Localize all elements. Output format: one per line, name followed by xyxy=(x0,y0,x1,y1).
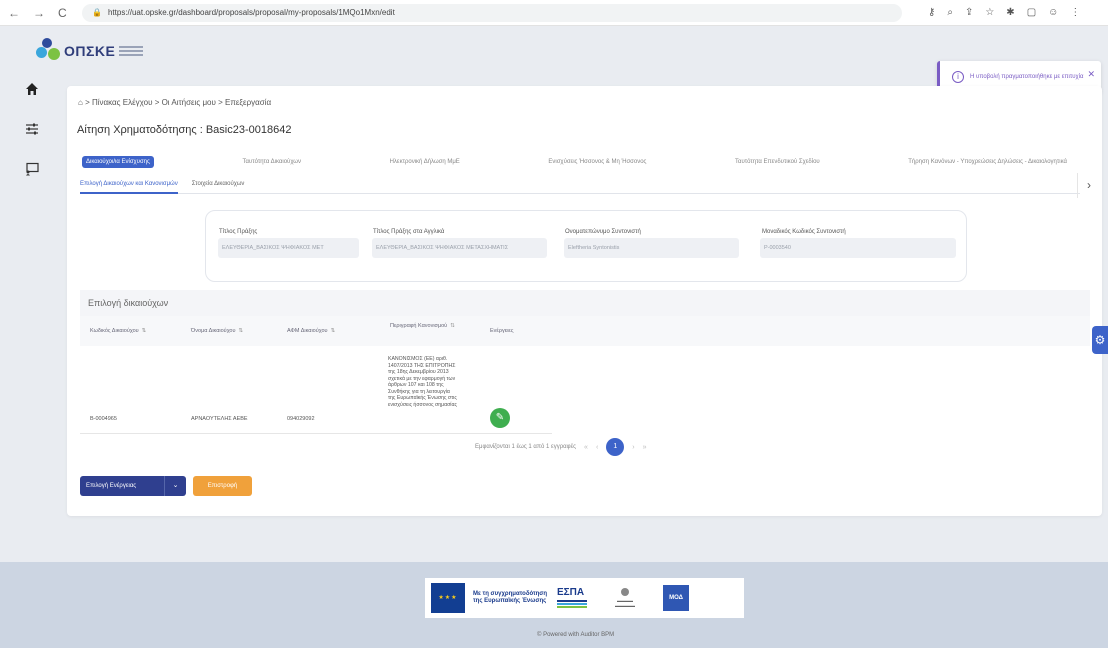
espa-logo: ΕΣΠΑ xyxy=(557,587,587,609)
th-name[interactable]: Όνομα Δικαιούχου ⇅ xyxy=(191,328,243,334)
pagination: Εμφανίζονται 1 έως 1 από 1 εγγραφές « ‹ … xyxy=(475,438,647,456)
info-icon: i xyxy=(952,71,964,83)
breadcrumb-text[interactable]: > Πίνακας Ελέγχου > Οι Αιτήσεις μου > Επ… xyxy=(85,98,271,107)
coordinator-code-field: P-0003540 xyxy=(760,238,956,258)
url-text: https://uat.opske.gr/dashboard/proposals… xyxy=(107,8,395,17)
home-small-icon[interactable]: ⌂ xyxy=(78,98,83,107)
toast-message: Η υποβολή πραγματοποιήθηκε με επιτυχία xyxy=(970,74,1084,80)
presentation-icon[interactable] xyxy=(22,162,42,179)
th-regulation[interactable]: Περιγραφή Κανονισμού ⇅ xyxy=(390,322,462,330)
tab-sme-declaration[interactable]: Ηλεκτρονική Δήλωση ΜμΕ xyxy=(390,159,460,165)
browser-tools: ⚷ ⌕ ⇪ ☆ ✱ ▢ ☺ ⋮ xyxy=(928,7,1080,18)
last-page-icon[interactable]: » xyxy=(643,444,647,451)
title-en-field: ΕΛΕΥΘΕΡΙΑ_ΒΑΣΙΚΟΣ ΨΗΦΙΑΚΟΣ ΜΕΤΑΣΧΗΜΑΤΙΣ xyxy=(372,238,547,258)
moa-logo: ΜΟΔ xyxy=(663,585,689,611)
tab-beneficiaries[interactable]: Δικαιούχοι/ια Ενίσχυσης xyxy=(82,156,154,168)
sort-icon: ⇅ xyxy=(330,328,336,334)
extensions-icon[interactable]: ✱ xyxy=(1006,7,1014,18)
th-code[interactable]: Κωδικός Δικαιούχου ⇅ xyxy=(90,328,146,334)
chevron-down-icon[interactable]: ⌄ xyxy=(164,476,186,496)
chevron-right-icon[interactable]: › xyxy=(1077,173,1100,198)
field-label-title-en: Τίτλος Πράξης στα Αγγλικά xyxy=(373,229,445,235)
th-afm[interactable]: ΑΦΜ Δικαιούχου ⇅ xyxy=(287,328,335,334)
tab-rules-obligations[interactable]: Τήρηση Κανόνων - Υποχρεώσεις Δηλώσεις - … xyxy=(908,159,1067,165)
back-icon[interactable]: ← xyxy=(8,6,20,20)
forward-icon[interactable]: → xyxy=(33,6,45,20)
sort-icon: ⇅ xyxy=(141,328,147,334)
sidebar xyxy=(0,26,64,648)
beneficiaries-table: Επιλογή δικαιούχων Κωδικός Δικαιούχου ⇅ Ό… xyxy=(80,290,1090,434)
browser-nav: ← → C xyxy=(0,6,78,20)
field-label-title: Τίτλος Πράξης xyxy=(219,229,258,235)
browser-toolbar: ← → C 🔒 https://uat.opske.gr/dashboard/p… xyxy=(0,0,1108,26)
window-icon[interactable]: ▢ xyxy=(1027,7,1036,18)
page-current[interactable]: 1 xyxy=(606,438,625,456)
field-label-coordinator: Ονοματεπώνυμο Συντονιστή xyxy=(565,229,641,235)
field-label-coordinator-code: Μοναδικός Κωδικός Συντονιστή xyxy=(762,229,846,235)
profile-icon[interactable]: ☺ xyxy=(1048,7,1058,18)
coordinator-field: Eleftheria Syntonistis xyxy=(564,238,739,258)
tabs: Δικαιούχοι/ια Ενίσχυσης Ταυτότητα Δικαιο… xyxy=(82,156,1067,168)
sliders-icon[interactable] xyxy=(22,122,42,139)
share-icon[interactable]: ⇪ xyxy=(965,7,973,18)
page-title: Αίτηση Χρηματοδότησης : Basic23-0018642 xyxy=(77,124,292,136)
eu-cofunding-text: Με τη συγχρηματοδότηση της Ευρωπαϊκής Έν… xyxy=(473,591,548,604)
sort-icon: ⇅ xyxy=(450,323,455,329)
cell-name: ΑΡΝΑΟΥΤΕΛΗΣ ΑΕΒΕ xyxy=(191,416,248,422)
th-actions: Ενέργειες xyxy=(490,328,514,334)
table-header: Κωδικός Δικαιούχου ⇅ Όνομα Δικαιούχου ⇅ ΑΦ… xyxy=(80,316,1090,346)
star-icon[interactable]: ☆ xyxy=(985,7,994,18)
address-bar[interactable]: 🔒 https://uat.opske.gr/dashboard/proposa… xyxy=(82,3,902,22)
logo-text: ΟΠΣΚΕ xyxy=(64,43,116,59)
cell-regulation: ΚΑΝΟΝΙΣΜΟΣ (ΕΕ) αριθ. 1407/2013 ΤΗΣ ΕΠΙΤ… xyxy=(388,356,457,408)
subtab-details[interactable]: Στοιχεία Δικαιούχων xyxy=(192,176,245,194)
powered-by: © Powered with Auditor BPM xyxy=(537,632,615,638)
prev-page-icon[interactable]: ‹ xyxy=(596,444,598,451)
tab-investment-identity[interactable]: Ταυτότητα Επενδυτικού Σχεδίου xyxy=(735,159,820,165)
gear-icon[interactable]: ⚙ xyxy=(1092,326,1108,354)
key-icon[interactable]: ⚷ xyxy=(928,7,935,18)
subtabs: Επιλογή Δικαιούχων και Κανονισμών Στοιχε… xyxy=(80,176,1080,194)
menu-icon[interactable]: ⋮ xyxy=(1070,7,1080,18)
next-page-icon[interactable]: › xyxy=(632,444,634,451)
pagination-summary: Εμφανίζονται 1 έως 1 από 1 εγγραφές xyxy=(475,444,577,450)
tab-de-minimis[interactable]: Ενισχύσεις Ήσσονος & Μη Ήσσονος xyxy=(548,159,646,165)
reload-icon[interactable]: C xyxy=(58,6,67,20)
select-action-button[interactable]: Επιλογή Ενέργειας ⌄ xyxy=(80,476,186,496)
first-page-icon[interactable]: « xyxy=(584,444,588,451)
cell-code: B-0004965 xyxy=(90,416,117,422)
cell-afm: 094029092 xyxy=(287,416,315,422)
breadcrumb: ⌂ > Πίνακας Ελέγχου > Οι Αιτήσεις μου > … xyxy=(78,98,271,107)
table-title: Επιλογή δικαιούχων xyxy=(80,290,1090,316)
select-action-label: Επιλογή Ενέργειας xyxy=(86,483,137,489)
greek-emblem-icon: ▬▬▬▬ ▬▬▬▬▬ xyxy=(595,588,655,608)
row-divider xyxy=(80,433,552,434)
funding-banner: ★★★ Με τη συγχρηματοδότηση της Ευρωπαϊκή… xyxy=(425,578,744,618)
logo-subtitle-lines xyxy=(119,44,144,58)
zoom-icon[interactable]: ⌕ xyxy=(947,7,953,18)
sort-icon: ⇅ xyxy=(238,328,244,334)
home-icon[interactable] xyxy=(22,82,42,99)
edit-button[interactable]: ✎ xyxy=(490,408,510,428)
eu-flag-icon: ★★★ xyxy=(431,583,465,613)
subtab-selection[interactable]: Επιλογή Δικαιούχων και Κανονισμών xyxy=(80,176,178,194)
tab-beneficiary-identity[interactable]: Ταυτότητα Δικαιούχων xyxy=(242,159,301,165)
return-button[interactable]: Επιστροφή xyxy=(193,476,252,496)
close-icon[interactable]: ✕ xyxy=(1087,69,1095,80)
lock-icon: 🔒 xyxy=(92,8,102,17)
title-field: ΕΛΕΥΘΕΡΙΑ_ΒΑΣΙΚΟΣ ΨΗΦΙΑΚΟΣ ΜΕΤ xyxy=(218,238,359,258)
